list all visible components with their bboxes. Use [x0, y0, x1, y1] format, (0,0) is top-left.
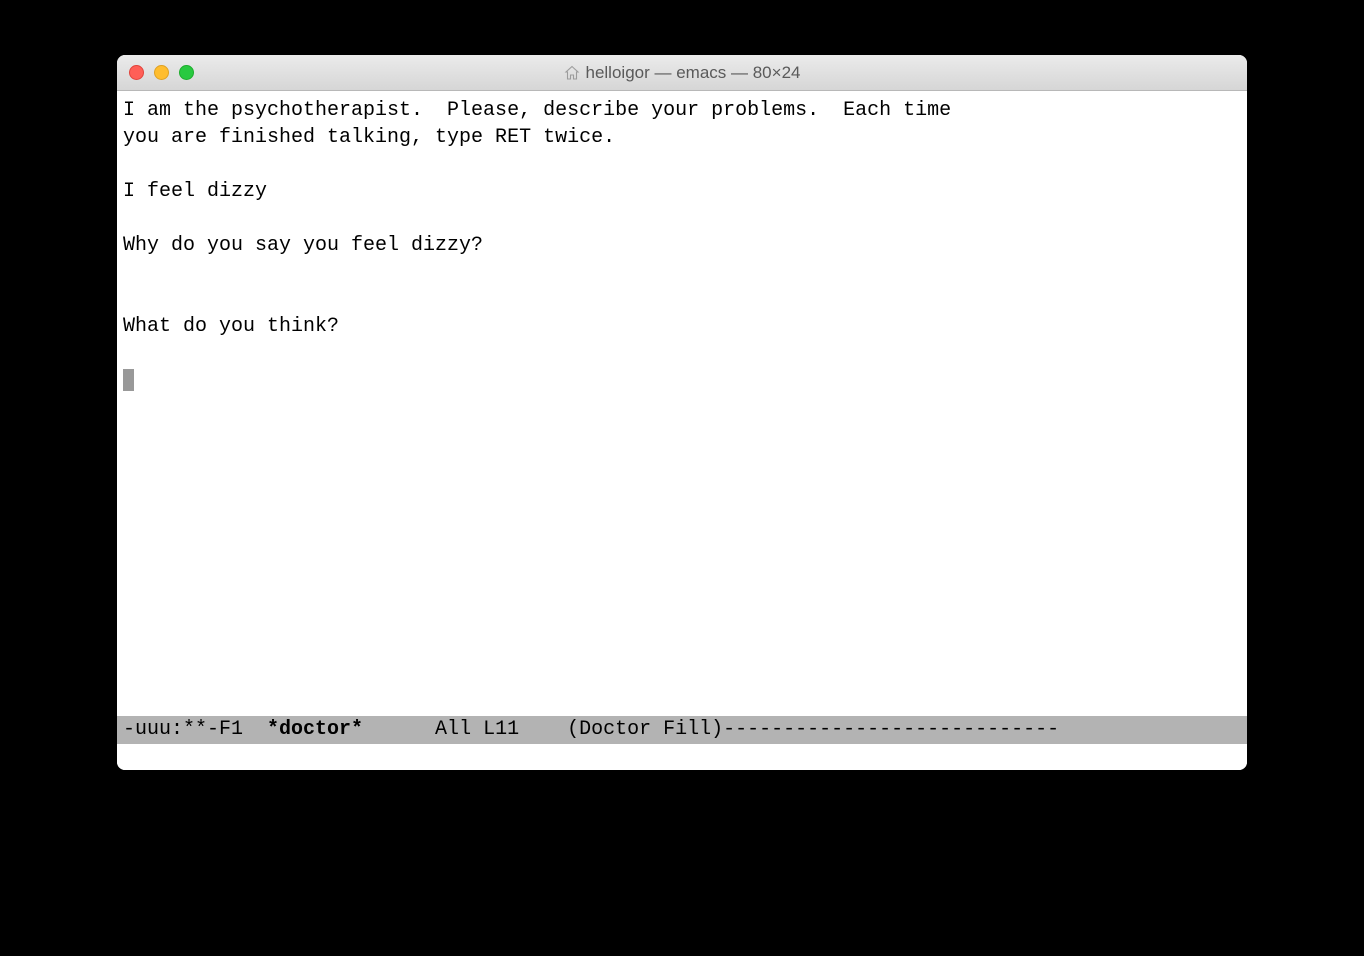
- window-title: helloigor — emacs — 80×24: [586, 63, 801, 83]
- buffer-line: you are finished talking, type RET twice…: [123, 126, 615, 149]
- modeline-buffer-name: *doctor*: [267, 718, 363, 741]
- emacs-minibuffer[interactable]: [117, 744, 1247, 770]
- buffer-line: I am the psychotherapist. Please, descri…: [123, 99, 951, 122]
- close-button[interactable]: [129, 65, 144, 80]
- home-icon: [564, 65, 580, 81]
- modeline-middle: All L11 (Doctor Fill): [363, 718, 723, 741]
- terminal-window: helloigor — emacs — 80×24 I am the psych…: [117, 55, 1247, 770]
- text-cursor: [123, 369, 134, 391]
- modeline-fill: ----------------------------: [723, 718, 1059, 741]
- emacs-buffer[interactable]: I am the psychotherapist. Please, descri…: [117, 91, 1247, 716]
- buffer-line: I feel dizzy: [123, 180, 267, 203]
- traffic-lights: [129, 65, 194, 80]
- buffer-line: Why do you say you feel dizzy?: [123, 234, 483, 257]
- modeline-left: -uuu:**-F1: [123, 718, 267, 741]
- zoom-button[interactable]: [179, 65, 194, 80]
- window-titlebar[interactable]: helloigor — emacs — 80×24: [117, 55, 1247, 91]
- minimize-button[interactable]: [154, 65, 169, 80]
- emacs-modeline: -uuu:**-F1 *doctor* All L11 (Doctor Fill…: [117, 716, 1247, 744]
- buffer-line: What do you think?: [123, 315, 339, 338]
- title-wrap: helloigor — emacs — 80×24: [117, 63, 1247, 83]
